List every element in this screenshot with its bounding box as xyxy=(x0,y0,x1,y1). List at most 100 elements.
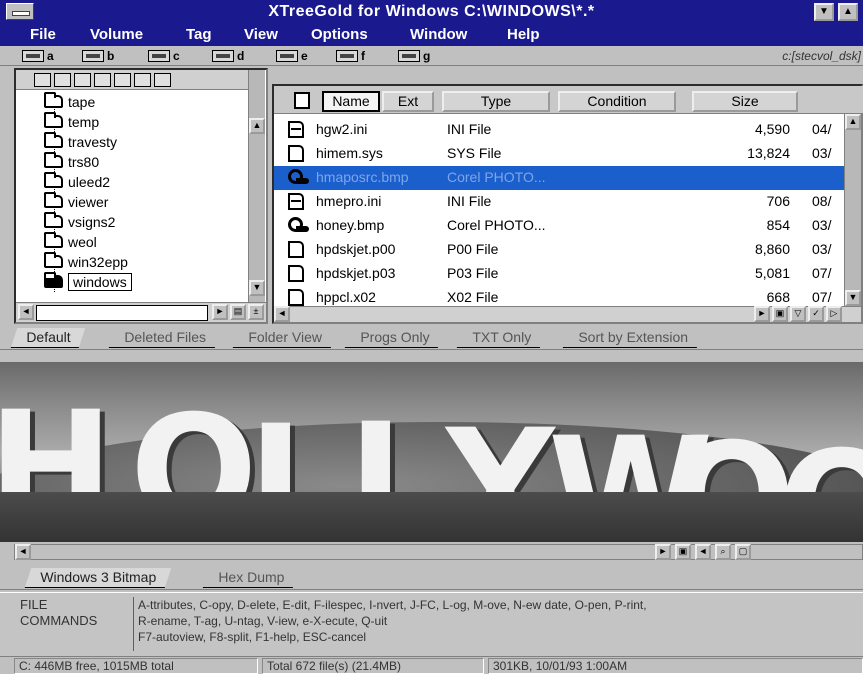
column-name[interactable]: Name xyxy=(322,91,380,112)
column-condition[interactable]: Condition xyxy=(558,91,676,112)
tree-footer: ◄ ► ▤ ± xyxy=(16,302,266,322)
tree-item-temp[interactable]: temp xyxy=(44,112,99,131)
tab-sort-by-extension[interactable]: Sort by Extension xyxy=(562,328,703,348)
viewer-horizontal-scrollbar[interactable]: ◄ ► ▣ ◄ ⌕ ▢ xyxy=(14,544,863,560)
directory-tree-pane: tape temp travesty trs80 uleed2 viewer v… xyxy=(14,68,268,324)
tree-item-windows[interactable]: windows xyxy=(44,272,132,291)
scroll-up-arrow-icon[interactable]: ▲ xyxy=(249,118,265,134)
tree-item-tape[interactable]: tape xyxy=(44,92,95,111)
scroll-left-arrow-icon[interactable]: ◄ xyxy=(15,544,31,560)
drive-c-button[interactable]: c xyxy=(148,49,180,63)
menu-file[interactable]: File xyxy=(30,26,56,43)
column-ext[interactable]: Ext xyxy=(382,91,434,112)
tree-level-4-button[interactable] xyxy=(94,73,111,87)
scroll-up-arrow-icon[interactable]: ▲ xyxy=(845,114,861,130)
drive-f-button[interactable]: f xyxy=(336,49,365,63)
viewer-save-icon[interactable]: ▣ xyxy=(675,544,691,560)
drive-e-button[interactable]: e xyxy=(276,49,308,63)
toolbar-save-icon[interactable]: ▣ xyxy=(772,306,788,322)
tab-hex-dump[interactable]: Hex Dump xyxy=(202,568,300,588)
select-all-icon[interactable] xyxy=(294,92,310,109)
tree-level-3-button[interactable] xyxy=(74,73,91,87)
file-list-horizontal-scrollbar[interactable]: ◄ ► ▣ ▽ ✓ ▷ xyxy=(274,306,861,322)
split-view-icon[interactable]: ▤ xyxy=(230,304,246,320)
menu-tag[interactable]: Tag xyxy=(186,26,212,43)
menu-options[interactable]: Options xyxy=(311,26,368,43)
expand-icon[interactable]: ± xyxy=(248,304,264,320)
tree-level-1-button[interactable] xyxy=(34,73,51,87)
file-list-vertical-scrollbar[interactable]: ▲ ▼ xyxy=(844,114,861,308)
scroll-right-arrow-icon[interactable]: ► xyxy=(655,544,671,560)
toolbar-next-icon[interactable]: ▷ xyxy=(826,306,842,322)
file-row[interactable]: hpdskjet.p03 P03 File 5,081 07/ xyxy=(274,262,848,286)
folder-icon xyxy=(44,232,63,248)
tree-level-5-button[interactable] xyxy=(114,73,131,87)
file-row[interactable]: himem.sys SYS File 13,824 03/ xyxy=(274,142,848,166)
toolbar-filter-icon[interactable]: ▽ xyxy=(790,306,806,322)
tree-level-all-button[interactable] xyxy=(154,73,171,87)
tab-folder-view[interactable]: Folder View xyxy=(232,328,337,348)
tree-vertical-scrollbar[interactable]: ▲ ▼ xyxy=(248,70,265,302)
tab-windows-3-bitmap[interactable]: Windows 3 Bitmap xyxy=(24,568,172,588)
tree-item-viewer[interactable]: viewer xyxy=(44,192,108,211)
drive-b-button[interactable]: b xyxy=(82,49,114,63)
status-bar: C: 446MB free, 1015MB total Total 672 fi… xyxy=(0,656,863,674)
tab-deleted-files[interactable]: Deleted Files xyxy=(108,328,221,348)
tree-toolbar xyxy=(16,70,248,90)
file-row[interactable]: hmepro.ini INI File 706 08/ xyxy=(274,190,848,214)
menu-window[interactable]: Window xyxy=(410,26,467,43)
maximize-button[interactable]: ▲ xyxy=(838,3,858,21)
viewer-prev-icon[interactable]: ◄ xyxy=(695,544,711,560)
scroll-down-arrow-icon[interactable]: ▼ xyxy=(845,290,861,306)
tree-item-uleed2[interactable]: uleed2 xyxy=(44,172,110,191)
column-size[interactable]: Size xyxy=(692,91,798,112)
file-row[interactable]: honey.bmp Corel PHOTO... 854 03/ xyxy=(274,214,848,238)
title-bar: XTreeGold for Windows C:\WINDOWS\*.* ▼ ▲ xyxy=(0,0,863,24)
tab-txt-only[interactable]: TXT Only xyxy=(456,328,547,348)
folder-icon xyxy=(44,112,63,128)
scroll-left-arrow-icon[interactable]: ◄ xyxy=(274,306,290,322)
viewer-zoom-icon[interactable]: ⌕ xyxy=(715,544,731,560)
command-divider xyxy=(133,597,134,651)
tree-item-trs80[interactable]: trs80 xyxy=(44,152,99,171)
file-row[interactable]: hgw2.ini INI File 4,590 04/ xyxy=(274,118,848,142)
file-row-selected[interactable]: hmaposrc.bmp Corel PHOTO... xyxy=(274,166,848,190)
menu-help[interactable]: Help xyxy=(507,26,540,43)
tree-level-2-button[interactable] xyxy=(54,73,71,87)
drive-g-button[interactable]: g xyxy=(398,49,430,63)
tab-progs-only[interactable]: Progs Only xyxy=(344,328,445,348)
tab-default[interactable]: Default xyxy=(10,328,86,348)
tree-item-weol[interactable]: weol xyxy=(44,232,97,251)
tree-item-win32epp[interactable]: win32epp xyxy=(44,252,128,271)
file-list-header: Name Ext Type Condition Size xyxy=(274,86,863,114)
tree-item-travesty[interactable]: travesty xyxy=(44,132,117,151)
file-list-pane: Name Ext Type Condition Size hgw2.ini IN… xyxy=(272,84,863,324)
scroll-down-arrow-icon[interactable]: ▼ xyxy=(249,280,265,296)
scroll-right-arrow-icon[interactable]: ► xyxy=(212,304,228,320)
floppy-drive-icon xyxy=(22,50,44,62)
viewer-fit-icon[interactable]: ▢ xyxy=(735,544,751,560)
scroll-right-arrow-icon[interactable]: ► xyxy=(754,306,770,322)
file-total-status: Total 672 file(s) (21.4MB) xyxy=(262,658,484,674)
menu-bar: File Volume Tag View Options Window Help xyxy=(0,24,863,46)
tree-item-vsigns2[interactable]: vsigns2 xyxy=(44,212,115,231)
image-file-icon xyxy=(288,217,310,234)
file-row[interactable]: hpdskjet.p00 P00 File 8,860 03/ xyxy=(274,238,848,262)
document-icon xyxy=(288,241,304,258)
drive-d-button[interactable]: d xyxy=(212,49,244,63)
menu-volume[interactable]: Volume xyxy=(90,26,143,43)
minimize-button[interactable]: ▼ xyxy=(814,3,834,21)
scroll-left-arrow-icon[interactable]: ◄ xyxy=(18,304,34,320)
drive-a-button[interactable]: a xyxy=(22,49,54,63)
document-icon xyxy=(288,289,304,306)
tree-level-6-button[interactable] xyxy=(134,73,151,87)
toolbar-check-icon[interactable]: ✓ xyxy=(808,306,824,322)
ini-file-icon xyxy=(288,121,304,138)
folder-icon xyxy=(44,192,63,208)
hard-drive-icon xyxy=(212,50,234,62)
column-type[interactable]: Type xyxy=(442,91,550,112)
tree-horizontal-scrollbar[interactable] xyxy=(36,305,208,321)
image-viewer: HOLLYWOO xyxy=(0,362,863,542)
menu-view[interactable]: View xyxy=(244,26,278,43)
window-title: XTreeGold for Windows C:\WINDOWS\*.* xyxy=(268,3,595,20)
